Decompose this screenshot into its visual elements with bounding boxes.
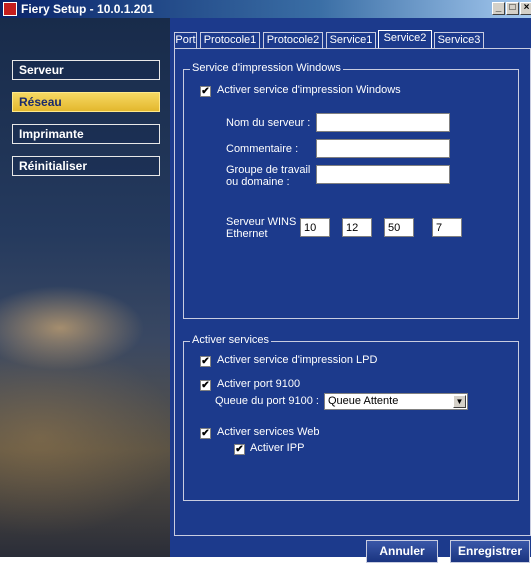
- enable-lpd-checkbox[interactable]: ✔: [200, 356, 211, 367]
- maximize-button[interactable]: □: [506, 2, 519, 15]
- enable-port9100-label: Activer port 9100: [217, 378, 301, 390]
- tab-panel-service2: Service d'impression Windows ✔ Activer s…: [174, 48, 531, 536]
- wins-octet-1-input[interactable]: [300, 218, 330, 237]
- windows-printing-group: Service d'impression Windows ✔ Activer s…: [183, 62, 519, 319]
- server-name-label: Nom du serveur :: [226, 117, 311, 129]
- wins-octet-2-input[interactable]: [342, 218, 372, 237]
- enable-ipp-checkbox[interactable]: ✔: [234, 444, 245, 455]
- comment-input[interactable]: [316, 139, 450, 158]
- comment-label: Commentaire :: [226, 143, 299, 155]
- enable-windows-printing-checkbox[interactable]: ✔: [200, 86, 211, 97]
- sidebar-item-label: Imprimante: [19, 127, 84, 141]
- sidebar-item-reseau[interactable]: Réseau: [12, 92, 160, 112]
- workgroup-input[interactable]: [316, 165, 450, 184]
- content-panel: Port Protocole1 Protocole2 Service1 Serv…: [170, 18, 531, 563]
- wins-label-line1: Serveur WINS: [226, 216, 297, 228]
- chevron-down-icon[interactable]: ▼: [453, 395, 466, 408]
- enable-ipp-label: Activer IPP: [250, 442, 305, 454]
- sidebar-item-label: Serveur: [19, 63, 64, 77]
- sidebar-item-serveur[interactable]: Serveur: [12, 60, 160, 80]
- enable-windows-printing-label: Activer service d'impression Windows: [217, 84, 401, 96]
- group-legend: Activer services: [190, 334, 272, 346]
- queue-9100-value: Queue Attente: [328, 395, 399, 407]
- app-icon: [3, 2, 17, 16]
- sidebar-item-label: Réseau: [19, 95, 62, 109]
- wins-octet-4-input[interactable]: [432, 218, 462, 237]
- group-legend: Service d'impression Windows: [190, 62, 343, 74]
- sidebar-item-imprimante[interactable]: Imprimante: [12, 124, 160, 144]
- enable-lpd-label: Activer service d'impression LPD: [217, 354, 378, 366]
- window-title: Fiery Setup - 10.0.1.201: [21, 2, 154, 16]
- cancel-button[interactable]: Annuler: [366, 540, 438, 563]
- sidebar: Serveur Réseau Imprimante Réinitialiser: [0, 18, 170, 557]
- server-name-input[interactable]: [316, 113, 450, 132]
- activate-services-group: Activer services ✔ Activer service d'imp…: [183, 334, 519, 501]
- workgroup-label-line1: Groupe de travail: [226, 164, 311, 176]
- tab-port[interactable]: Port: [174, 32, 197, 48]
- minimize-button[interactable]: _: [492, 2, 505, 15]
- tab-service3[interactable]: Service3: [434, 32, 484, 48]
- tab-service2[interactable]: Service2: [378, 30, 432, 49]
- queue-9100-label: Queue du port 9100 :: [215, 395, 319, 407]
- sidebar-item-label: Réinitialiser: [19, 159, 88, 173]
- tab-service1[interactable]: Service1: [326, 32, 376, 48]
- title-bar: Fiery Setup - 10.0.1.201 _ □ ×: [0, 0, 531, 18]
- sidebar-item-reinitialiser[interactable]: Réinitialiser: [12, 156, 160, 176]
- tab-protocole1[interactable]: Protocole1: [200, 32, 260, 48]
- wins-octet-3-input[interactable]: [384, 218, 414, 237]
- close-button[interactable]: ×: [520, 2, 531, 15]
- enable-web-services-label: Activer services Web: [217, 426, 320, 438]
- enable-port9100-checkbox[interactable]: ✔: [200, 380, 211, 391]
- save-button[interactable]: Enregistrer: [450, 540, 530, 563]
- wins-label-line2: Ethernet: [226, 228, 268, 240]
- enable-web-services-checkbox[interactable]: ✔: [200, 428, 211, 439]
- tab-protocole2[interactable]: Protocole2: [263, 32, 323, 48]
- workgroup-label-line2: ou domaine :: [226, 176, 290, 188]
- queue-9100-select[interactable]: Queue Attente ▼: [324, 393, 468, 410]
